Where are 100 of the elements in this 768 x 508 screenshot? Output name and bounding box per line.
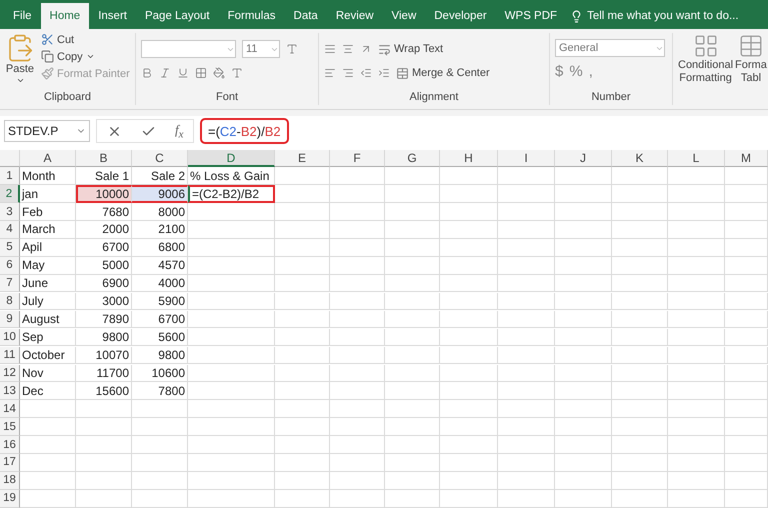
ribbon-tab[interactable]: Insert [89,3,136,29]
table-cell [330,436,385,454]
formula-field[interactable]: =(C2-B2)/B2 [200,118,289,144]
row-header[interactable]: 18 [0,472,20,490]
table-cell [275,221,330,239]
row-header[interactable]: 16 [0,436,20,454]
row-header[interactable]: 10 [0,328,20,346]
table-cell: 15600 [76,382,132,400]
align-left-icon[interactable] [324,67,336,79]
underline-icon[interactable] [177,67,189,79]
borders-icon[interactable] [195,67,207,79]
group-label: Number [590,91,632,105]
column-header[interactable]: L [668,150,725,167]
bold-icon[interactable] [141,67,153,79]
font-name-field[interactable] [141,40,236,58]
row-header[interactable]: 5 [0,239,20,257]
indent-increase-icon[interactable] [378,67,390,79]
align-middle-icon[interactable] [342,43,354,55]
column-header[interactable]: H [440,150,498,167]
row-header[interactable]: 17 [0,454,20,472]
column-header[interactable]: M [725,150,768,167]
table-cell [612,257,668,275]
table-cell: 6800 [132,239,188,257]
format-table-button[interactable]: Forma Tabl [735,33,767,105]
wrap-text-button[interactable]: Wrap Text [378,42,444,56]
fill-color-icon[interactable] [213,67,225,79]
ribbon-tab[interactable]: View [382,3,426,29]
table-cell [275,167,330,185]
ribbon-tab[interactable]: Developer [425,3,496,29]
ribbon-tab[interactable]: Formulas [218,3,285,29]
caret-icon [86,52,95,61]
table-cell: Sale 2 [132,167,188,185]
column-header[interactable]: J [555,150,612,167]
conditional-formatting-button[interactable]: Conditional Formatting [678,33,734,105]
name-box[interactable]: STDEV.P [4,120,90,142]
row-header[interactable]: 4 [0,221,20,239]
select-all-button[interactable] [0,150,20,167]
row-header[interactable]: 3 [0,203,20,221]
row-header[interactable]: 9 [0,310,20,328]
table-cell [330,346,385,364]
number-format-field[interactable]: General [555,39,665,57]
table-cell [555,203,612,221]
italic-icon[interactable] [159,67,171,79]
row-header[interactable]: 11 [0,346,20,364]
row-header[interactable]: 2 [0,185,20,203]
table-cell: jan [20,185,76,203]
table-cell [440,472,498,490]
column-header[interactable]: G [385,150,440,167]
table-cell [275,185,330,203]
row-header[interactable]: 7 [0,274,20,292]
row-header[interactable]: 14 [0,400,20,418]
table-cell [612,418,668,436]
ribbon-tab[interactable]: Data [284,3,327,29]
ribbon-tab[interactable]: Review [326,3,383,29]
column-header[interactable]: D [188,150,275,167]
table-cell: March [20,221,76,239]
row-header[interactable]: 1 [0,167,20,185]
ribbon-tab[interactable]: File [4,3,41,29]
table-cell [385,472,440,490]
row-header[interactable]: 12 [0,364,20,382]
insert-function-button[interactable]: f$_{x}$ [174,122,184,140]
table-cell [385,203,440,221]
row-header[interactable]: 15 [0,418,20,436]
column-header[interactable]: I [498,150,555,167]
row-header[interactable]: 13 [0,382,20,400]
column-header[interactable]: K [612,150,668,167]
copy-button[interactable]: Copy [41,50,130,63]
table-cell [440,221,498,239]
column-header[interactable]: B [76,150,132,167]
row-header[interactable]: 6 [0,257,20,275]
merge-center-button[interactable]: Merge & Center [396,66,490,80]
indent-decrease-icon[interactable] [360,67,372,79]
table-cell [440,203,498,221]
cut-button[interactable]: Cut [41,33,130,46]
table-cell [132,454,188,472]
column-header[interactable]: A [20,150,76,167]
table-cell [668,310,725,328]
row-header[interactable]: 8 [0,292,20,310]
table-cell [555,400,612,418]
lightbulb-icon [570,10,584,22]
table-cell: 11700 [76,364,132,382]
table-cell [330,382,385,400]
table-cell: 7890 [76,310,132,328]
column-header[interactable]: C [132,150,188,167]
ribbon-tab[interactable]: WPS PDF [496,3,566,29]
table-cell [668,167,725,185]
font-size-field[interactable]: 11 [242,40,280,58]
column-header[interactable]: F [330,150,385,167]
align-right-icon[interactable] [342,67,354,79]
table-cell [725,490,768,508]
table-cell: October [20,346,76,364]
paste-button[interactable]: Paste [5,33,35,91]
tell-me-search[interactable]: Tell me what you want to do... [570,3,739,29]
ribbon-tab[interactable]: Page Layout [136,3,219,29]
row-header[interactable]: 19 [0,490,20,508]
column-header[interactable]: E [275,150,330,167]
table-cell [555,185,612,203]
table-cell [725,382,768,400]
ribbon-tab[interactable]: Home [40,3,90,29]
align-top-icon[interactable] [324,43,336,55]
